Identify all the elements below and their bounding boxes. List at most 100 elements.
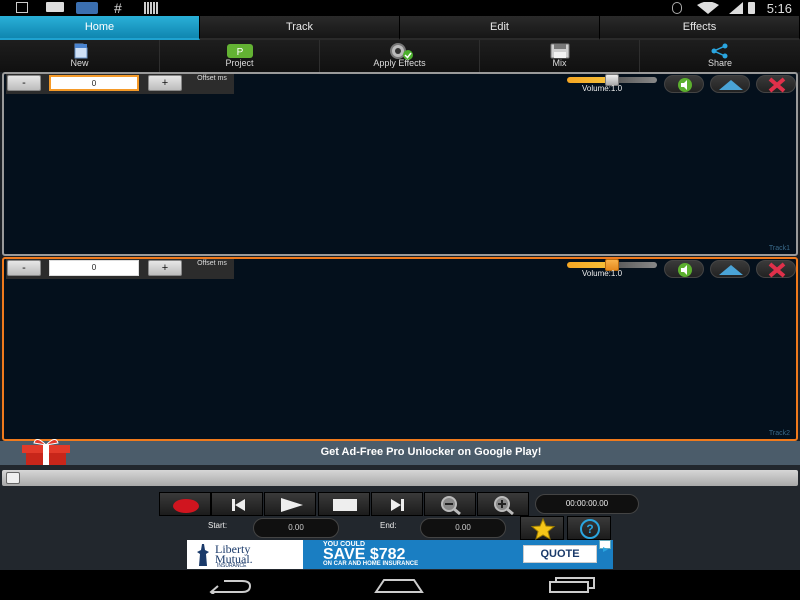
promo-banner[interactable]: Get Ad-Free Pro Unlocker on Google Play! [0,439,800,465]
ad-line3: ON CAR AND HOME INSURANCE [323,561,419,567]
project-label: Project [225,58,254,68]
offset-label: Offset ms [197,75,227,82]
zoom-in-button[interactable] [477,492,529,516]
close-icon [768,77,786,93]
share-button[interactable]: Share [640,40,800,72]
back-icon[interactable] [204,578,252,594]
offset-plus-button[interactable]: + [148,75,182,91]
svg-text:?: ? [586,522,593,536]
track-2-controls: - 0 + Offset ms [6,259,234,279]
save-icon [550,43,569,59]
delete-track-button[interactable] [756,75,796,93]
speaker-icon [678,78,692,92]
seek-thumb[interactable] [6,472,20,484]
share-icon [711,43,728,59]
stop-button[interactable] [318,492,370,516]
promo-text: Get Ad-Free Pro Unlocker on Google Play! [320,446,542,458]
play-button[interactable] [264,492,316,516]
end-label: End: [380,521,397,530]
sim-icon [729,2,743,14]
ad-quote-button[interactable]: QUOTE [523,545,597,563]
skip-forward-button[interactable] [371,492,423,516]
offset-minus-button[interactable]: - [7,260,41,276]
zoom-in-icon [494,496,514,516]
volume-label: Volume:1.0 [582,269,623,278]
tab-bar: Home Track Edit Effects [0,16,800,40]
start-field[interactable]: 0.00 [253,518,339,538]
wifi-icon [697,2,719,14]
recents-icon[interactable] [548,576,596,594]
end-field[interactable]: 0.00 [420,518,506,538]
help-icon: ? [580,519,600,539]
message-icon [46,2,64,12]
track-2-name: Track2 [768,430,790,437]
start-label: Start: [208,521,228,530]
zoom-out-button[interactable] [424,492,476,516]
barcode-icon [144,2,158,14]
close-icon [768,262,786,278]
speaker-icon [678,263,692,277]
tab-home[interactable]: Home [0,16,200,40]
home-icon[interactable] [374,576,424,594]
app-root: # 5:16 Home Track Edit Effects New P Pro… [0,0,800,600]
move-up-button[interactable] [710,260,750,278]
toolbar: New P Project Apply Effects Mix Share [0,40,800,72]
track-1-name: Track1 [768,245,790,252]
new-button[interactable]: New [0,40,160,72]
new-label: New [70,58,89,68]
play-track-button[interactable] [664,260,704,278]
volume-label: Volume:1.0 [582,84,623,93]
record-icon [173,499,199,513]
hash-icon: # [114,0,122,16]
offset-input[interactable]: 0 [49,75,139,91]
mix-label: Mix [552,58,567,68]
seek-area [0,465,800,491]
new-file-icon [74,43,87,59]
share-label: Share [707,58,733,68]
bluetooth-icon [672,2,682,14]
offset-minus-button[interactable]: - [7,75,41,91]
statue-icon [197,544,209,566]
chevron-up-icon [719,80,743,90]
tab-effects[interactable]: Effects [600,16,800,40]
play-icon [281,498,303,512]
apply-effects-button[interactable]: Apply Effects [320,40,480,72]
offset-plus-button[interactable]: + [148,260,182,276]
skip-back-icon [232,499,245,511]
mix-button[interactable]: Mix [480,40,640,72]
favorite-button[interactable] [520,516,564,541]
project-button[interactable]: P Project [160,40,320,72]
offset-input[interactable]: 0 [49,260,139,276]
track-1[interactable]: - 0 + Offset ms Volume:1.0 Track1 [2,72,798,256]
track-2[interactable]: - 0 + Offset ms Volume:1.0 Track2 [2,257,798,441]
nav-bar [0,570,800,600]
skip-back-button[interactable] [211,492,263,516]
status-bar: # 5:16 [0,0,800,16]
app-icon [76,2,98,14]
help-button[interactable]: ? [567,516,611,540]
battery-icon [748,2,755,14]
tab-track[interactable]: Track [200,16,400,40]
apply-effects-label: Apply Effects [373,58,426,68]
ad-choices-icon[interactable] [599,540,611,552]
tab-edit[interactable]: Edit [400,16,600,40]
seek-slider[interactable] [2,470,798,486]
delete-track-button[interactable] [756,260,796,278]
ad-banner[interactable]: Liberty Mutual. INSURANCE YOU COULD SAVE… [187,540,613,569]
stop-icon [333,499,357,511]
chevron-up-icon [719,265,743,275]
svg-text:P: P [236,47,243,58]
time-display: 00:00:00.00 [535,494,639,514]
record-button[interactable] [159,492,211,516]
track-1-controls: - 0 + Offset ms [6,74,234,94]
star-icon [530,517,556,541]
move-up-button[interactable] [710,75,750,93]
skip-forward-icon [391,499,404,511]
ad-logo: Liberty Mutual. INSURANCE [187,540,303,569]
download-icon [16,2,28,13]
project-icon: P [226,44,253,58]
zoom-out-icon [441,496,461,516]
status-time: 5:16 [766,1,792,16]
play-track-button[interactable] [664,75,704,93]
offset-label: Offset ms [197,260,227,267]
